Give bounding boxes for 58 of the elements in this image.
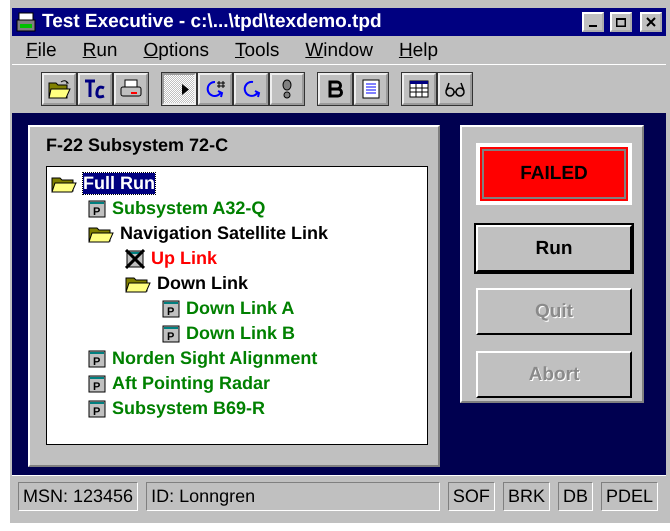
menu-item[interactable]: Tools xyxy=(234,40,280,60)
folder-icon xyxy=(47,78,71,100)
close-icon xyxy=(646,17,656,27)
tc-icon xyxy=(83,78,107,100)
minimize-button[interactable] xyxy=(582,12,604,32)
menu-item[interactable]: Window xyxy=(305,40,373,60)
tree-item[interactable]: Full Run xyxy=(83,173,155,194)
maximize-button[interactable] xyxy=(610,12,632,32)
toolbar-button[interactable] xyxy=(318,73,352,105)
toolbar-button[interactable] xyxy=(270,73,304,105)
program-icon: P xyxy=(88,400,106,418)
toolbar-button[interactable] xyxy=(438,73,472,105)
tree-item[interactable]: Norden Sight Alignment xyxy=(112,348,318,369)
status-pane: DB xyxy=(558,482,593,511)
status-pane: PDEL xyxy=(600,482,658,511)
menu-item[interactable]: File xyxy=(26,40,57,60)
status-pane: BRK xyxy=(502,482,550,511)
program-icon: P xyxy=(88,200,106,218)
tree-item[interactable]: Down Link xyxy=(157,273,248,294)
window-title: Test Executive - c:\...\tpd\texdemo.tpd xyxy=(42,11,383,33)
panel-title: F-22 Subsystem 72-C xyxy=(46,135,230,156)
status-pane: ID: Lonngren xyxy=(146,482,440,511)
status-pane: MSN: 123456 xyxy=(18,482,138,511)
toolbar-button[interactable] xyxy=(198,73,232,105)
table-icon xyxy=(407,78,431,100)
toolbar-button[interactable] xyxy=(162,73,196,105)
program-icon: P xyxy=(162,300,180,318)
toolbar-button[interactable] xyxy=(42,73,76,105)
program-icon: P xyxy=(88,374,106,392)
status-pane: SOF xyxy=(448,482,495,511)
toolbar-button[interactable] xyxy=(234,73,268,105)
menu-item[interactable]: Help xyxy=(398,40,438,60)
tree-item[interactable]: Navigation Satellite Link xyxy=(120,223,328,244)
folder-icon xyxy=(125,274,151,292)
folder-icon xyxy=(51,174,77,192)
result-indicator: FAILED xyxy=(476,143,632,205)
program-icon: P xyxy=(88,350,106,368)
tree-item[interactable]: Subsystem A32-Q xyxy=(112,198,266,219)
maximize-icon xyxy=(616,18,626,26)
menu-item[interactable]: Run xyxy=(82,40,118,60)
minimize-icon xyxy=(589,25,597,27)
folder-icon xyxy=(88,224,114,242)
tree-item[interactable]: Down Link A xyxy=(186,298,294,319)
play-icon xyxy=(182,84,188,94)
program-icon: P xyxy=(162,324,180,342)
toolbar-button[interactable] xyxy=(114,73,148,105)
menu-item[interactable]: Options xyxy=(144,40,209,60)
action-button[interactable]: Run xyxy=(476,225,632,272)
tree-item[interactable]: Up Link xyxy=(151,248,217,269)
toolbar-button[interactable] xyxy=(402,73,436,105)
tree-item[interactable]: Down Link B xyxy=(186,323,295,344)
tree-item[interactable]: Subsystem B69-R xyxy=(112,398,266,419)
close-button[interactable] xyxy=(640,12,662,32)
app-icon xyxy=(16,12,36,32)
tree-item[interactable]: Aft Pointing Radar xyxy=(112,373,270,394)
toolbar-button[interactable] xyxy=(354,73,388,105)
failed-icon xyxy=(125,248,145,268)
toolbar-button[interactable] xyxy=(78,73,112,105)
